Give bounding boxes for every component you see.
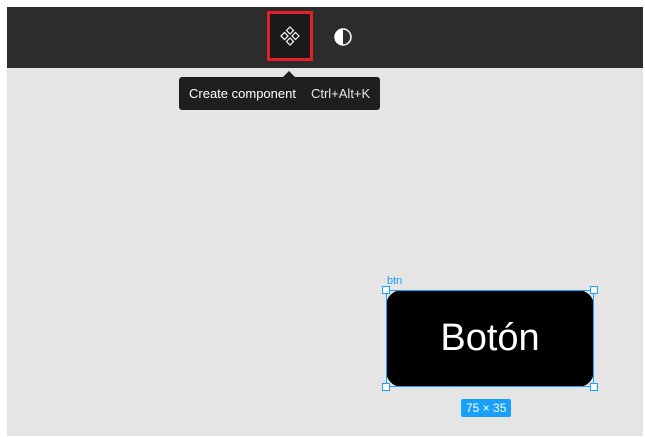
resize-handle-top-left[interactable] xyxy=(382,286,390,294)
contrast-toggle-button[interactable] xyxy=(327,17,359,57)
tooltip: Create component Ctrl+Alt+K xyxy=(179,71,381,110)
dimensions-badge: 75 × 35 xyxy=(461,399,512,417)
tooltip-label: Create component xyxy=(189,86,296,101)
tooltip-body: Create component Ctrl+Alt+K xyxy=(179,77,381,110)
tooltip-caret xyxy=(282,71,296,78)
create-component-button[interactable] xyxy=(267,11,313,61)
canvas-button-text: Botón xyxy=(440,317,540,359)
design-app: Create component Ctrl+Alt+K btn Botón 75… xyxy=(7,7,643,436)
resize-handle-bottom-right[interactable] xyxy=(590,383,598,391)
contrast-icon xyxy=(334,28,352,46)
resize-handle-bottom-left[interactable] xyxy=(382,383,390,391)
component-icon xyxy=(280,26,300,46)
tooltip-shortcut: Ctrl+Alt+K xyxy=(310,86,371,101)
canvas-button-element[interactable]: Botón xyxy=(386,290,594,387)
resize-handle-top-right[interactable] xyxy=(590,286,598,294)
toolbar xyxy=(7,7,643,68)
